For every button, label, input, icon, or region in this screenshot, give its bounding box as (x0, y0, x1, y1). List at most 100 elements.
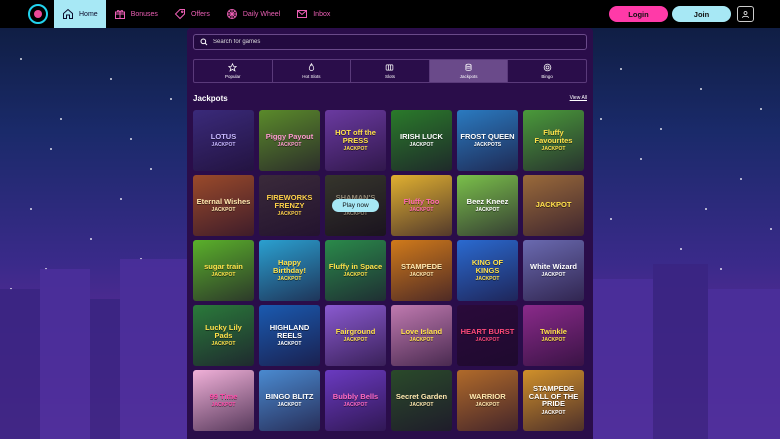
user-icon (742, 10, 749, 18)
game-tile[interactable]: Piggy Payout JACKPOT (259, 110, 320, 171)
game-title: White Wizard (529, 261, 577, 271)
game-jackpot-label: JACKPOT (211, 272, 236, 279)
home-icon (63, 8, 73, 19)
tab-hot-slots-label: Hot Slots (302, 74, 321, 79)
game-title: Twinkle (540, 326, 567, 336)
game-tile[interactable]: sugar train JACKPOT (193, 240, 254, 301)
tab-popular[interactable]: Popular (194, 60, 273, 82)
nav-bonuses[interactable]: Bonuses (106, 0, 166, 28)
game-title: Fairground (335, 326, 376, 336)
tab-bingo[interactable]: Bingo (508, 60, 586, 82)
game-tile[interactable]: IRISH LUCK JACKPOT (391, 110, 452, 171)
game-tile[interactable]: KING OF KINGS JACKPOT (457, 240, 518, 301)
game-tile[interactable]: FIREWORKS FRENZY JACKPOT (259, 175, 320, 236)
skyline-right-3 (708, 289, 780, 439)
game-jackpot-label: JACKPOT (475, 337, 500, 344)
game-tile[interactable]: STAMPEDE JACKPOT (391, 240, 452, 301)
view-all-link[interactable]: View All (570, 95, 587, 101)
game-tile[interactable]: Fluffy in Space JACKPOT (325, 240, 386, 301)
game-jackpot-label: JACKPOT (211, 341, 236, 347)
tab-slots-label: Slots (384, 74, 395, 79)
game-tile[interactable]: Happy Birthday! JACKPOT (259, 240, 320, 301)
game-tile[interactable]: 99 Time JACKPOT (193, 370, 254, 431)
game-jackpot-label: JACKPOT (475, 276, 500, 282)
game-jackpot-label: JACKPOT (541, 272, 566, 279)
game-jackpot-label: JACKPOT (541, 146, 566, 152)
game-jackpot-label: JACKPOT (343, 402, 368, 409)
search-bar[interactable] (193, 34, 587, 50)
top-navigation-bar: Home Bonuses Offers Daily Wheel Inbox Lo… (0, 0, 780, 28)
game-jackpot-label: JACKPOT (343, 337, 368, 344)
search-icon (200, 38, 208, 46)
game-title: Fluffy in Space (328, 261, 383, 271)
game-tile[interactable]: Bubbly Bells JACKPOT (325, 370, 386, 431)
game-tile[interactable]: Eternal Wishes JACKPOT (193, 175, 254, 236)
game-title: Secret Garden (395, 391, 448, 401)
game-tile[interactable]: Secret Garden JACKPOT (391, 370, 452, 431)
game-title: HEART BURST (460, 326, 515, 336)
game-tile[interactable]: Beez Kneez JACKPOT (457, 175, 518, 236)
game-tile[interactable]: BINGO BLITZ JACKPOT (259, 370, 320, 431)
nav-home[interactable]: Home (54, 0, 106, 28)
games-panel: Popular Hot Slots Slots Jackpots Bingo J… (187, 28, 593, 439)
join-button[interactable]: Join (672, 6, 731, 22)
game-tile[interactable]: WARRIOR JACKPOT (457, 370, 518, 431)
game-tile[interactable]: HIGHLAND REELS JACKPOT (259, 305, 320, 366)
game-grid: LOTUS JACKPOT Piggy Payout JACKPOT HOT off t… (193, 110, 587, 431)
game-jackpot-label: JACKPOT (277, 142, 302, 149)
game-jackpot-label: JACKPOT (277, 276, 302, 282)
game-jackpot-label: JACKPOT (277, 402, 302, 409)
tab-jackpots[interactable]: Jackpots (429, 60, 509, 82)
search-input[interactable] (213, 39, 573, 45)
nav-daily-wheel[interactable]: Daily Wheel (218, 0, 288, 28)
game-jackpot-label: JACKPOT (541, 337, 566, 344)
game-jackpot-label: JACKPOTS (473, 142, 502, 149)
bingo-icon (543, 63, 551, 72)
login-button[interactable]: Login (609, 6, 668, 22)
game-tile[interactable]: Love Island JACKPOT (391, 305, 452, 366)
game-title: Love Island (400, 326, 443, 336)
gift-icon (114, 10, 125, 19)
game-jackpot-label: JACKPOT (409, 402, 434, 409)
game-tile[interactable]: Fluffy Favourites JACKPOT (523, 110, 584, 171)
game-tile[interactable]: Lucky Lily Pads JACKPOT (193, 305, 254, 366)
tab-jackpots-label: Jackpots (459, 74, 478, 79)
skyline-left-4 (120, 259, 187, 439)
skyline-left-2 (40, 269, 90, 439)
play-now-button[interactable]: Play now (332, 199, 379, 212)
nav-inbox[interactable]: Inbox (288, 0, 338, 28)
play-overlay: Play now (325, 175, 386, 236)
game-tile[interactable]: STAMPEDE CALL OF THE PRIDE JACKPOT (523, 370, 584, 431)
game-tile[interactable]: Fluffy Too JACKPOT (391, 175, 452, 236)
mail-icon (297, 10, 308, 18)
section-title: Jackpots (193, 94, 228, 103)
game-tile[interactable]: SHAMAN'S DREAMJACKPOTPlay now (325, 175, 386, 236)
game-title: sugar train (204, 261, 243, 271)
tab-hot-slots[interactable]: Hot Slots (273, 60, 352, 82)
nav-offers-label: Offers (190, 10, 210, 18)
game-tile[interactable]: Twinkle JACKPOT (523, 305, 584, 366)
game-tile[interactable]: JACKPOT (523, 175, 584, 236)
game-title: WARRIOR (469, 391, 506, 401)
tab-slots[interactable]: Slots (351, 60, 430, 82)
game-title: 99 Time (209, 391, 238, 401)
game-tile[interactable]: Fairground JACKPOT (325, 305, 386, 366)
game-tile[interactable]: HEART BURST JACKPOT (457, 305, 518, 366)
nav-offers[interactable]: Offers (166, 0, 218, 28)
game-title: LOTUS (210, 131, 237, 141)
flame-icon (308, 63, 315, 71)
nav-inbox-label: Inbox (313, 10, 331, 18)
game-tile[interactable]: FROST QUEEN JACKPOTS (457, 110, 518, 171)
main-nav: Home Bonuses Offers Daily Wheel Inbox (54, 0, 338, 28)
tab-popular-label: Popular (225, 74, 241, 79)
game-jackpot-label: JACKPOT (211, 142, 236, 149)
game-title: Happy Birthday! (273, 258, 306, 275)
game-tile[interactable]: LOTUS JACKPOT (193, 110, 254, 171)
game-tile[interactable]: HOT off the PRESS JACKPOT (325, 110, 386, 171)
brand-logo[interactable] (26, 2, 50, 26)
game-tile[interactable]: White Wizard JACKPOT (523, 240, 584, 301)
game-jackpot-label: JACKPOT (541, 409, 566, 416)
account-button[interactable] (737, 6, 754, 22)
skyline-left (0, 289, 40, 439)
game-jackpot-label: JACKPOT (277, 341, 302, 347)
